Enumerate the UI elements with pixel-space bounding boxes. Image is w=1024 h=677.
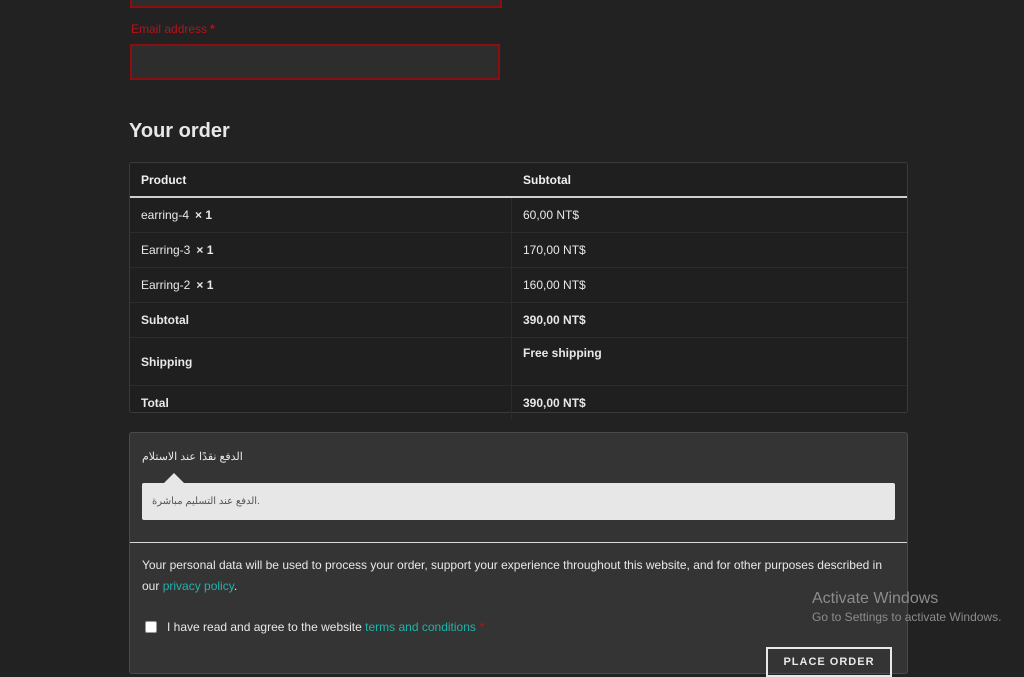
table-row: Earring-2 × 1 160,00 NT$ xyxy=(130,267,907,303)
terms-text: I have read and agree to the website xyxy=(167,620,362,634)
terms-checkbox[interactable] xyxy=(145,621,157,633)
payment-section: الدفع نقدًا عند الاستلام الدفع عند التسل… xyxy=(129,432,908,677)
total-value: 390,00 NT$ xyxy=(523,396,586,410)
terms-link[interactable]: terms and conditions xyxy=(365,620,476,634)
required-asterisk: * xyxy=(479,620,485,634)
product-name: Earring-3 xyxy=(141,243,191,257)
privacy-notice: Your personal data will be used to proce… xyxy=(142,555,894,597)
product-quantity: × 1 xyxy=(196,278,214,292)
product-quantity: × 1 xyxy=(196,243,214,257)
privacy-text: Your personal data will be used to proce… xyxy=(142,558,882,593)
total-label: Total xyxy=(130,385,512,420)
product-price: 160,00 NT$ xyxy=(511,267,907,303)
payment-method-cod[interactable]: الدفع نقدًا عند الاستلام xyxy=(142,450,243,463)
product-cell: earring-4 × 1 xyxy=(130,197,512,233)
privacy-policy-link[interactable]: privacy policy xyxy=(163,579,234,593)
email-label: Email address * xyxy=(131,22,215,36)
section-divider xyxy=(130,542,907,543)
product-price: 170,00 NT$ xyxy=(511,232,907,268)
terms-row: I have read and agree to the website ter… xyxy=(145,620,485,634)
product-name: earring-4 xyxy=(141,208,190,222)
product-price: 60,00 NT$ xyxy=(511,197,907,233)
subtotal-column-header: Subtotal xyxy=(511,163,907,198)
activate-windows-subtitle: Go to Settings to activate Windows. xyxy=(812,610,1002,624)
subtotal-label: Subtotal xyxy=(130,302,512,338)
subtotal-row: Subtotal 390,00 NT$ xyxy=(130,302,907,338)
shipping-row: Shipping Free shipping xyxy=(130,337,907,386)
shipping-value: Free shipping xyxy=(511,337,907,386)
table-row: Earring-3 × 1 170,00 NT$ xyxy=(130,232,907,268)
product-name: Earring-2 xyxy=(141,278,191,292)
table-header-row: Product Subtotal xyxy=(130,163,907,198)
table-row: earring-4 × 1 60,00 NT$ xyxy=(130,197,907,233)
required-asterisk: * xyxy=(210,22,215,36)
order-review-table: Product Subtotal earring-4 × 1 60,00 NT$ … xyxy=(129,162,908,420)
product-quantity: × 1 xyxy=(195,208,213,222)
your-order-heading: Your order xyxy=(129,120,230,142)
subtotal-value: 390,00 NT$ xyxy=(511,302,907,338)
activate-windows-title: Activate Windows xyxy=(812,590,939,607)
place-order-button[interactable]: PLACE ORDER xyxy=(766,647,892,677)
privacy-text-end: . xyxy=(233,579,238,593)
product-cell: Earring-2 × 1 xyxy=(130,267,512,303)
shipping-label: Shipping xyxy=(130,337,512,386)
email-label-text: Email address xyxy=(131,22,208,36)
product-cell: Earring-3 × 1 xyxy=(130,232,512,268)
previous-input-field[interactable] xyxy=(130,0,502,8)
total-row: Total 390,00 NT$ xyxy=(130,385,907,420)
email-field[interactable] xyxy=(130,44,500,80)
product-column-header: Product xyxy=(130,163,512,198)
payment-method-description: الدفع عند التسليم مباشرة. xyxy=(142,473,895,520)
